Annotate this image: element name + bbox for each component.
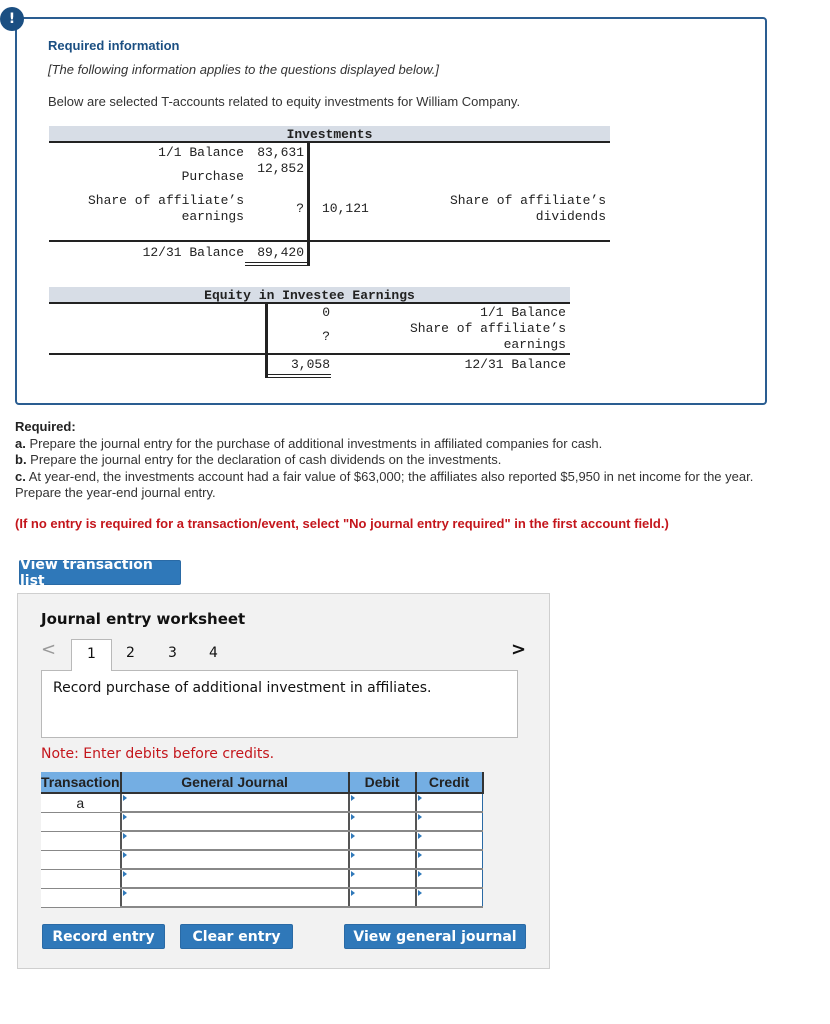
credit-value: 3,058 <box>290 357 330 372</box>
double-underline <box>265 374 331 375</box>
item-text: At year-end, the investments account had… <box>15 468 754 501</box>
account-input[interactable] <box>119 849 350 870</box>
credit-label: Share of affiliate’s <box>449 193 606 208</box>
column-transaction: Transaction <box>41 772 121 794</box>
credit-label: Share of affiliate’s <box>409 321 566 336</box>
debit-label: Purchase <box>181 169 244 184</box>
t-account-title: Equity in Investee Earnings <box>49 287 570 304</box>
credit-input[interactable] <box>414 830 484 851</box>
credit-input[interactable] <box>414 849 484 870</box>
debit-value: 89,420 <box>257 245 304 260</box>
item-letter: c. <box>15 468 26 484</box>
debit-value: ? <box>296 201 304 216</box>
column-credit: Credit <box>414 772 484 794</box>
transaction-cell <box>41 888 121 908</box>
credit-value: 0 <box>322 305 330 320</box>
credit-input[interactable] <box>414 811 484 832</box>
required-item-c: c. At year-end, the investments account … <box>15 469 755 502</box>
info-note: [The following information applies to th… <box>48 62 439 77</box>
required-section: Required: a. Prepare the journal entry f… <box>15 419 815 502</box>
item-text: Prepare the journal entry for the purcha… <box>25 435 603 451</box>
t-account-divider <box>307 143 310 266</box>
t-account-title: Investments <box>49 126 610 143</box>
debit-value: 12,852 <box>257 161 304 176</box>
credit-value: ? <box>322 329 330 344</box>
credit-input[interactable] <box>414 868 484 889</box>
transaction-description: Record purchase of additional investment… <box>41 670 518 738</box>
no-entry-instruction: (If no entry is required for a transacti… <box>15 516 669 531</box>
required-information-title: Required information <box>48 38 180 53</box>
account-input[interactable] <box>119 792 350 813</box>
clear-entry-button[interactable]: Clear entry <box>180 924 293 949</box>
table-row <box>41 849 484 870</box>
credit-label: 1/1 Balance <box>480 305 566 320</box>
item-letter: b. <box>15 452 27 467</box>
required-heading: Required: <box>15 419 76 434</box>
debit-input[interactable] <box>347 868 417 889</box>
double-underline <box>245 262 307 263</box>
table-row <box>41 868 484 889</box>
chevron-left-icon[interactable]: < <box>41 639 56 660</box>
double-underline <box>245 265 307 266</box>
table-row <box>41 887 484 908</box>
tab-4[interactable]: 4 <box>201 639 226 671</box>
transaction-cell <box>41 812 121 832</box>
alert-icon: ! <box>0 7 24 31</box>
credit-value: 10,121 <box>322 201 369 216</box>
transaction-cell <box>41 850 121 870</box>
account-input[interactable] <box>119 887 350 908</box>
required-item-a: a. Prepare the journal entry for the pur… <box>15 436 815 453</box>
column-debit: Debit <box>347 772 416 794</box>
view-general-journal-button[interactable]: View general journal <box>344 924 526 949</box>
tab-2[interactable]: 2 <box>118 639 143 671</box>
record-entry-button[interactable]: Record entry <box>42 924 165 949</box>
required-item-b: b. Prepare the journal entry for the dec… <box>15 452 815 469</box>
transaction-cell: a <box>41 793 121 813</box>
total-line <box>49 240 610 242</box>
t-account-divider <box>265 304 268 377</box>
view-transaction-list-button[interactable]: View transaction list <box>19 557 181 589</box>
credit-label: earnings <box>503 337 566 352</box>
debit-label: earnings <box>181 209 244 224</box>
chevron-right-icon[interactable]: > <box>511 639 526 660</box>
tab-3[interactable]: 3 <box>160 639 185 671</box>
table-row <box>41 830 484 851</box>
journal-table: Transaction General Journal Debit Credit… <box>41 772 484 908</box>
debit-label: 1/1 Balance <box>158 145 244 160</box>
debit-label: 12/31 Balance <box>142 245 244 260</box>
debit-input[interactable] <box>347 792 417 813</box>
total-line <box>49 353 570 355</box>
credit-input[interactable] <box>414 887 484 908</box>
credit-label: 12/31 Balance <box>464 357 566 372</box>
debit-value: 83,631 <box>257 145 304 160</box>
worksheet-title: Journal entry worksheet <box>41 610 246 628</box>
debit-input[interactable] <box>347 849 417 870</box>
account-input[interactable] <box>119 830 350 851</box>
column-general-journal: General Journal <box>119 772 349 794</box>
item-text: Prepare the journal entry for the declar… <box>26 452 502 467</box>
debit-input[interactable] <box>347 811 417 832</box>
info-description: Below are selected T-accounts related to… <box>48 94 521 109</box>
debit-input[interactable] <box>347 830 417 851</box>
account-input[interactable] <box>119 811 350 832</box>
transaction-cell <box>41 869 121 889</box>
item-letter: a. <box>15 435 26 451</box>
journal-entry-worksheet: Journal entry worksheet < 1 2 3 4 > Reco… <box>17 593 550 969</box>
table-row: a <box>41 792 484 813</box>
tab-1[interactable]: 1 <box>71 639 112 671</box>
credit-label: dividends <box>535 209 606 224</box>
table-row <box>41 811 484 832</box>
transaction-cell <box>41 831 121 851</box>
account-input[interactable] <box>119 868 350 889</box>
debit-label: Share of affiliate’s <box>87 193 244 208</box>
debits-note: Note: Enter debits before credits. <box>41 746 275 762</box>
double-underline <box>265 377 331 378</box>
credit-input[interactable] <box>414 792 484 813</box>
debit-input[interactable] <box>347 887 417 908</box>
